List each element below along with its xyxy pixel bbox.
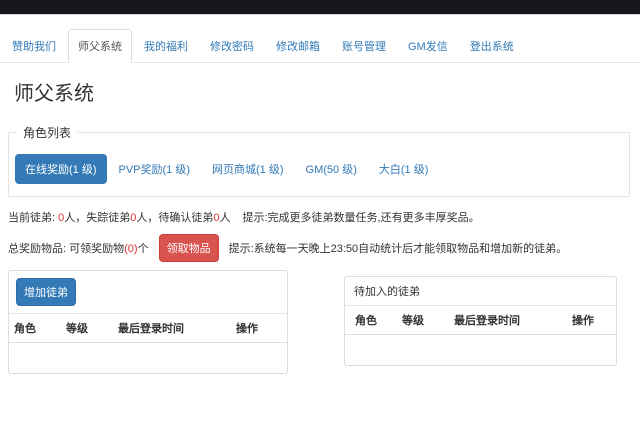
tab-sponsor-us[interactable]: 赞助我们	[2, 29, 66, 63]
status2-label: 总奖励物品: 可领奖励物	[8, 243, 124, 255]
my-disciples-empty-row	[9, 343, 287, 373]
col-last-login: 最后登录时间	[113, 314, 231, 343]
col-actions: 操作	[567, 306, 616, 335]
status2-tip: 提示:系统每一天晚上23:50自动统计后才能领取物品和增加新的徒弟。	[229, 240, 568, 256]
role-list-legend: 角色列表	[17, 124, 77, 141]
tab-change-email[interactable]: 修改邮箱	[266, 29, 330, 63]
pending-disciples-table: 角色 等级 最后登录时间 操作	[345, 305, 616, 365]
status2-unit: 个	[138, 243, 149, 255]
pill-web-mall[interactable]: 网页商城(1 级)	[202, 154, 294, 184]
col-level: 等级	[61, 314, 113, 343]
pending-panel-title: 待加入的徒弟	[345, 277, 616, 305]
tab-account-management[interactable]: 账号管理	[332, 29, 396, 63]
status1-seg3: 人，待确认徒弟	[136, 212, 213, 224]
top-bar	[0, 0, 640, 15]
tab-change-password[interactable]: 修改密码	[200, 29, 264, 63]
tab-gm-mail[interactable]: GM发信	[398, 29, 458, 63]
claimable-count: (0)	[124, 243, 137, 255]
status1-tip: 提示:完成更多徒弟数量任务,还有更多丰厚奖品。	[243, 212, 480, 224]
pending-header-row: 角色 等级 最后登录时间 操作	[345, 306, 616, 335]
my-disciples-header-row: 角色 等级 最后登录时间 操作	[9, 314, 287, 343]
pending-disciples-panel: 待加入的徒弟 角色 等级 最后登录时间 操作	[344, 276, 617, 366]
page-title: 师父系统	[14, 77, 640, 106]
role-pills: 在线奖励(1 级) PVP奖励(1 级) 网页商城(1 级) GM(50 级) …	[15, 154, 621, 184]
col-actions: 操作	[231, 314, 287, 343]
pending-empty-row	[345, 335, 616, 365]
pill-pvp-reward[interactable]: PVP奖励(1 级)	[109, 154, 201, 184]
status1-seg2: 人，失踪徒弟	[64, 212, 130, 224]
my-disciples-panel: 增加徒弟 角色 等级 最后登录时间 操作	[8, 270, 288, 374]
add-disciple-button[interactable]: 增加徒弟	[16, 278, 76, 306]
tab-logout[interactable]: 登出系统	[460, 29, 524, 63]
col-level: 等级	[397, 306, 449, 335]
reward-status-line: 总奖励物品: 可领奖励物(0)个 领取物品 提示:系统每一天晚上23:50自动统…	[8, 234, 632, 262]
disciple-status-line: 当前徒弟: 0人，失踪徒弟0人，待确认徒弟0人提示:完成更多徒弟数量任务,还有更…	[8, 211, 632, 225]
pill-online-reward[interactable]: 在线奖励(1 级)	[15, 154, 107, 184]
page-root: 赞助我们 师父系统 我的福利 修改密码 修改邮箱 账号管理 GM发信 登出系统 …	[0, 0, 640, 374]
col-role: 角色	[9, 314, 61, 343]
tab-my-benefits[interactable]: 我的福利	[134, 29, 198, 63]
tables-row: 增加徒弟 角色 等级 最后登录时间 操作 待加入的徒弟	[8, 270, 632, 374]
claim-items-button[interactable]: 领取物品	[159, 234, 219, 262]
col-role: 角色	[345, 306, 397, 335]
my-disciples-table: 角色 等级 最后登录时间 操作	[9, 313, 287, 373]
status1-seg4: 人	[220, 212, 231, 224]
role-list-fieldset: 角色列表 在线奖励(1 级) PVP奖励(1 级) 网页商城(1 级) GM(5…	[8, 124, 630, 197]
my-disciples-toolbar: 增加徒弟	[9, 271, 287, 313]
reward-text: 总奖励物品: 可领奖励物(0)个	[8, 240, 149, 256]
col-last-login: 最后登录时间	[449, 306, 567, 335]
status1-label: 当前徒弟:	[8, 212, 58, 224]
tab-master-system[interactable]: 师父系统	[68, 29, 132, 63]
pill-dabai[interactable]: 大白(1 级)	[369, 154, 439, 184]
main-nav-tabs: 赞助我们 师父系统 我的福利 修改密码 修改邮箱 账号管理 GM发信 登出系统	[0, 29, 640, 63]
pill-gm[interactable]: GM(50 级)	[296, 154, 367, 184]
